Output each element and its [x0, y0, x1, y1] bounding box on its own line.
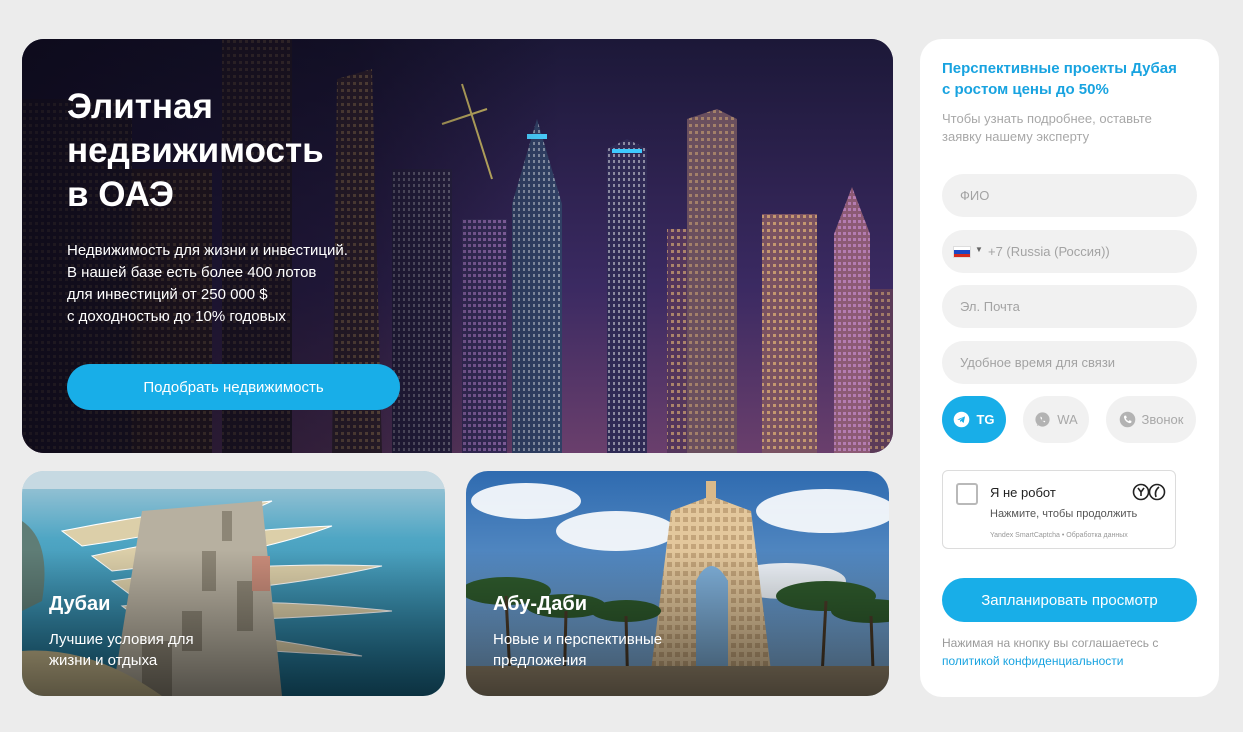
- abu-dhabi-card[interactable]: Абу-Даби Новые и перспективные предложен…: [466, 471, 889, 696]
- whatsapp-icon: [1035, 412, 1050, 427]
- telegram-icon: [954, 411, 970, 428]
- form-title-line: Перспективные проекты Дубая: [942, 60, 1177, 77]
- card-text-line: предложения: [493, 652, 587, 669]
- hero-text-line: с доходностью до 10% годовых: [67, 308, 286, 325]
- hero-text-line: В нашей базе есть более 400 лотов: [67, 264, 317, 281]
- privacy-policy-link[interactable]: политикой конфиденциальности: [942, 652, 1202, 670]
- card-text-line: Новые и перспективные: [493, 631, 663, 648]
- captcha-hint: Нажмите, чтобы продолжить: [990, 508, 1138, 520]
- dubai-card[interactable]: Дубаи Лучшие условия для жизни и отдыха: [22, 471, 445, 696]
- abu-dhabi-card-description: Новые и перспективные предложения: [493, 629, 713, 671]
- hero-text-line: для инвестиций от 250 000 $: [67, 286, 268, 303]
- chevron-down-icon: ▼: [975, 245, 983, 254]
- form-subtitle-line: Чтобы узнать подробнее, оставьте: [942, 111, 1152, 126]
- form-title-line: с ростом цены до 50%: [942, 81, 1109, 98]
- telegram-button[interactable]: TG: [942, 396, 1006, 443]
- name-field[interactable]: [942, 174, 1197, 217]
- hero-title: Элитная недвижимость в ОАЭ: [67, 85, 407, 217]
- contact-time-field[interactable]: [942, 341, 1197, 384]
- card-text-line: жизни и отдыха: [49, 652, 158, 669]
- card-text-line: Лучшие условия для: [49, 631, 194, 648]
- dubai-card-title: Дубаи: [49, 593, 111, 615]
- hero-title-line: в ОАЭ: [67, 175, 174, 214]
- dubai-card-description: Лучшие условия для жизни и отдыха: [49, 629, 269, 671]
- phone-field[interactable]: ▼: [942, 230, 1197, 273]
- whatsapp-label: WA: [1057, 412, 1078, 427]
- call-label: Звонок: [1141, 412, 1184, 427]
- email-field[interactable]: [942, 285, 1197, 328]
- captcha-footer[interactable]: Yandex SmartCaptcha • Обработка данных: [990, 532, 1128, 539]
- consent-text: Нажимая на кнопку вы соглашаетесь с: [942, 636, 1159, 650]
- hero-banner: Элитная недвижимость в ОАЭ Недвижимость …: [22, 39, 893, 453]
- hero-title-line: Элитная: [67, 87, 213, 126]
- hero-title-line: недвижимость: [67, 131, 324, 170]
- form-subtitle-line: заявку нашему эксперту: [942, 129, 1090, 144]
- call-button[interactable]: Звонок: [1106, 396, 1196, 443]
- phone-input[interactable]: [988, 230, 1188, 273]
- form-title: Перспективные проекты Дубая с ростом цен…: [942, 58, 1202, 100]
- find-property-button[interactable]: Подобрать недвижимость: [67, 364, 400, 410]
- form-subtitle: Чтобы узнать подробнее, оставьте заявку …: [942, 110, 1192, 146]
- russia-flag-icon[interactable]: [953, 246, 971, 258]
- phone-icon: [1119, 411, 1135, 428]
- captcha-widget: Я не робот Нажмите, чтобы продолжить Yan…: [942, 470, 1176, 549]
- yandex-captcha-logo-icon: [1132, 483, 1166, 501]
- captcha-checkbox[interactable]: [956, 483, 978, 505]
- hero-text-line: Недвижимость для жизни и инвестиций.: [67, 242, 348, 259]
- schedule-viewing-button[interactable]: Запланировать просмотр: [942, 578, 1197, 622]
- whatsapp-button[interactable]: WA: [1023, 396, 1089, 443]
- telegram-label: TG: [976, 412, 995, 427]
- captcha-label: Я не робот: [990, 485, 1056, 500]
- consent-note: Нажимая на кнопку вы соглашаетесь с поли…: [942, 634, 1202, 670]
- hero-description: Недвижимость для жизни и инвестиций. В н…: [67, 240, 427, 328]
- abu-dhabi-card-title: Абу-Даби: [493, 593, 588, 615]
- request-form-panel: Перспективные проекты Дубая с ростом цен…: [920, 39, 1219, 697]
